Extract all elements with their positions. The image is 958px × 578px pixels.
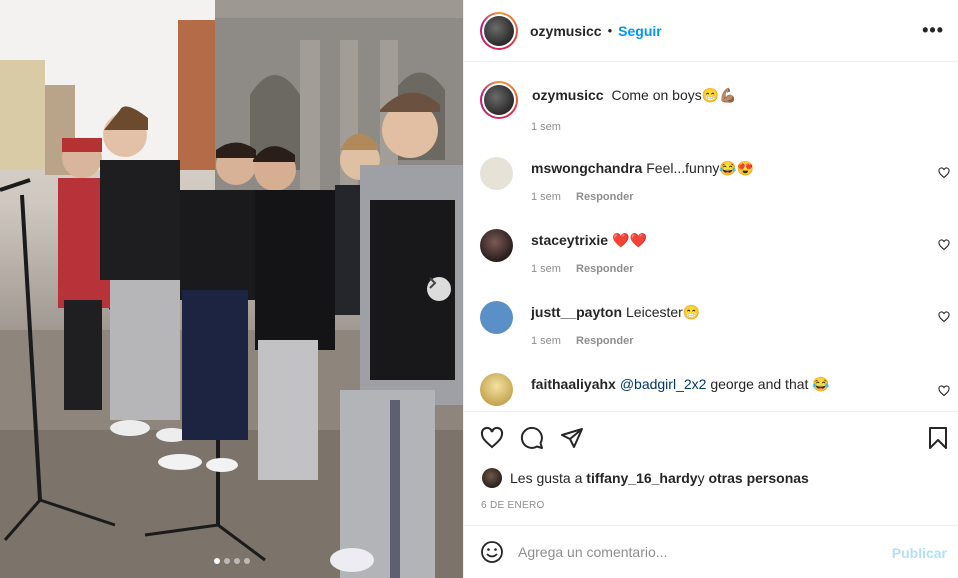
heart-icon[interactable]	[938, 239, 950, 254]
caption-avatar[interactable]	[480, 81, 518, 119]
reply-button[interactable]: Responder	[576, 191, 633, 203]
bookmark-icon[interactable]	[927, 426, 949, 453]
reply-button[interactable]: Responder	[576, 263, 633, 275]
carousel-dot	[214, 558, 220, 564]
comment-time[interactable]: 1 sem	[531, 191, 561, 203]
comment-time[interactable]: 1 sem	[531, 263, 561, 275]
comment-text: george and that 😂	[706, 376, 830, 392]
comment-item: staceytrixie ❤️❤️ 1 sem Responder	[480, 229, 950, 289]
carousel-dots	[214, 558, 250, 564]
likes-middle: y	[697, 470, 705, 486]
comment-item: mswongchandra Feel...funny😂😍 1 sem Respon…	[480, 157, 950, 217]
carousel-dot	[244, 558, 250, 564]
more-horizontal-icon[interactable]: •••	[922, 21, 944, 39]
comment-username[interactable]: mswongchandra	[531, 160, 642, 176]
heart-icon[interactable]	[938, 167, 950, 182]
post-header: ozymusicc • Seguir •••	[464, 0, 958, 62]
comment-text: Feel...funny😂😍	[646, 160, 755, 176]
comment-mention[interactable]: @badgirl_2x2	[620, 376, 707, 392]
chevron-right-icon	[429, 277, 437, 289]
comment-username[interactable]: staceytrixie	[531, 232, 608, 248]
likes-others-link[interactable]: otras personas	[708, 470, 808, 486]
carousel-next-button[interactable]	[427, 277, 451, 301]
comment-avatar[interactable]	[480, 373, 513, 406]
post-dialog: ozymusicc • Seguir ••• ozymusicc Come on…	[0, 0, 958, 578]
caption-time[interactable]: 1 sem	[531, 121, 561, 133]
likes-prefix: Les gusta a	[510, 470, 583, 486]
likes-summary: Les gusta a tiffany_16_hardy y otras per…	[482, 468, 809, 488]
post-photo[interactable]	[0, 0, 463, 578]
heart-icon[interactable]	[938, 385, 950, 400]
comment-avatar[interactable]	[480, 229, 513, 262]
caption-text: Come on boys😁💪🏽	[611, 87, 737, 103]
carousel-dot	[234, 558, 240, 564]
add-comment-bar: Publicar	[464, 525, 958, 578]
comment-item: faithaaliyahx @badgirl_2x2 george and tha…	[480, 373, 950, 411]
post-caption: ozymusicc Come on boys😁💪🏽	[480, 81, 737, 119]
heart-icon[interactable]	[938, 311, 950, 326]
comment-username[interactable]: faithaaliyahx	[531, 376, 616, 392]
comment-text: Leicester😁	[626, 304, 701, 320]
liker-username[interactable]: tiffany_16_hardy	[586, 470, 697, 486]
post-date[interactable]: 6 DE ENERO	[481, 500, 545, 511]
reply-button[interactable]: Responder	[576, 335, 633, 347]
comment-username[interactable]: justt__payton	[531, 304, 622, 320]
send-icon[interactable]	[560, 426, 584, 450]
emoji-icon[interactable]	[480, 540, 504, 564]
follow-button[interactable]: Seguir	[618, 23, 662, 39]
header-separator: •	[607, 23, 613, 38]
caption-username[interactable]: ozymusicc	[532, 87, 604, 103]
comment-text: ❤️❤️	[612, 232, 647, 248]
publish-button[interactable]: Publicar	[892, 545, 947, 561]
comment-time[interactable]: 1 sem	[531, 335, 561, 347]
comment-avatar[interactable]	[480, 301, 513, 334]
liker-avatar[interactable]	[482, 468, 502, 488]
comment-input[interactable]	[518, 544, 878, 560]
photo-illustration	[0, 0, 463, 578]
author-avatar[interactable]	[480, 11, 518, 50]
author-username[interactable]: ozymusicc	[530, 23, 602, 39]
comment-icon[interactable]	[520, 426, 544, 450]
carousel-dot	[224, 558, 230, 564]
heart-icon[interactable]	[480, 426, 504, 450]
post-side-panel: ozymusicc • Seguir ••• ozymusicc Come on…	[463, 0, 958, 578]
post-actions: Les gusta a tiffany_16_hardy y otras per…	[464, 411, 958, 525]
comment-avatar[interactable]	[480, 157, 513, 190]
comment-item: justt__payton Leicester😁 1 sem Responder	[480, 301, 950, 361]
comments-list[interactable]: ozymusicc Come on boys😁💪🏽 1 sem mswongch…	[464, 63, 958, 411]
